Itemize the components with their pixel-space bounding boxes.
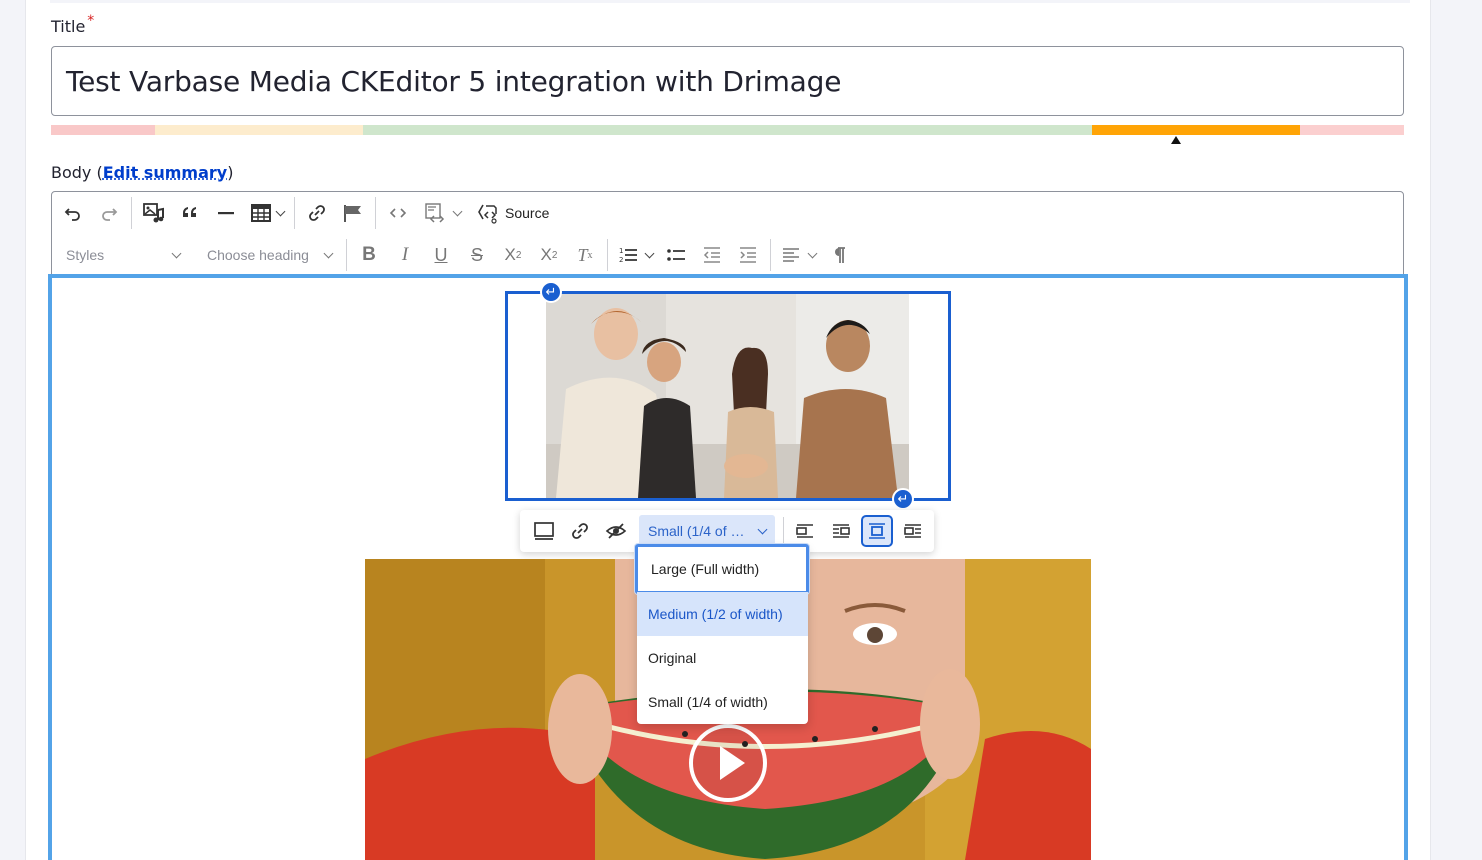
- code-icon[interactable]: [380, 195, 416, 231]
- top-divider: [50, 0, 1410, 3]
- underline-icon[interactable]: U: [423, 237, 459, 273]
- size-option-medium[interactable]: Medium (1/2 of width): [637, 592, 808, 636]
- toolbar-separator: [131, 197, 132, 229]
- size-option-small[interactable]: Small (1/4 of width): [637, 680, 808, 724]
- bulleted-list-icon[interactable]: [658, 237, 694, 273]
- media-size-selected: Small (1/4 of …: [648, 523, 745, 539]
- superscript-icon[interactable]: X2: [531, 237, 567, 273]
- link-icon[interactable]: [299, 195, 335, 231]
- bold-icon[interactable]: B: [351, 237, 387, 273]
- toolbar-row-1: Source: [52, 193, 549, 233]
- toolbar-row-2: Styles Choose heading B I U S X2 X2 Tx 1…: [52, 235, 857, 275]
- body-label-text: Body (: [51, 163, 103, 182]
- toolbar-separator: [783, 517, 784, 545]
- toolbar-separator: [770, 239, 771, 271]
- redo-icon[interactable]: [91, 195, 127, 231]
- media-display-icon[interactable]: [526, 513, 562, 549]
- chevron-down-icon: [171, 248, 182, 258]
- wrap-text-icon[interactable]: [823, 513, 859, 549]
- toolbar-separator: [294, 197, 295, 229]
- heading-dropdown[interactable]: Choose heading: [192, 247, 342, 263]
- size-option-label: Large (Full width): [651, 561, 760, 577]
- edit-summary-link[interactable]: Edit summary: [103, 163, 227, 182]
- insert-media-icon[interactable]: [136, 195, 172, 231]
- toolbar-separator: [607, 239, 608, 271]
- styles-dropdown[interactable]: Styles: [52, 247, 192, 263]
- media-link-icon[interactable]: [562, 513, 598, 549]
- undo-icon[interactable]: [55, 195, 91, 231]
- readability-segment-5: [1300, 125, 1404, 135]
- align-icon[interactable]: [775, 237, 821, 273]
- svg-text:2: 2: [619, 256, 623, 264]
- chevron-down-icon: [275, 206, 285, 216]
- source-icon: [478, 204, 497, 224]
- title-label-text: Title: [51, 17, 86, 36]
- hide-caption-icon[interactable]: [598, 513, 634, 549]
- styles-placeholder: Styles: [66, 247, 105, 263]
- handle-symbol: ↵: [545, 284, 557, 300]
- outdent-icon[interactable]: [694, 237, 730, 273]
- readability-segment-1: [51, 125, 155, 135]
- anchor-flag-icon[interactable]: [335, 195, 371, 231]
- media-size-dropdown[interactable]: Small (1/4 of …: [639, 515, 775, 547]
- readability-segment-2: [155, 125, 363, 135]
- remove-format-icon[interactable]: Tx: [567, 237, 603, 273]
- insert-paragraph-after-icon[interactable]: ↵: [892, 488, 914, 510]
- chevron-down-icon: [807, 248, 817, 258]
- readability-marker-icon: [1171, 136, 1181, 144]
- readability-bar: [51, 125, 1404, 135]
- play-icon[interactable]: [689, 724, 767, 802]
- blockquote-icon[interactable]: [172, 195, 208, 231]
- readability-segment-3: [363, 125, 1092, 135]
- subscript-icon[interactable]: X2: [495, 237, 531, 273]
- numbered-list-icon[interactable]: 12: [612, 237, 658, 273]
- break-text-icon[interactable]: [895, 513, 931, 549]
- readability-segment-4: [1092, 125, 1300, 135]
- size-option-original[interactable]: Original: [637, 636, 808, 680]
- source-button[interactable]: Source: [477, 195, 549, 231]
- horizontal-line-icon[interactable]: [208, 195, 244, 231]
- media-size-menu: Large (Full width) Medium (1/2 of width)…: [635, 544, 809, 724]
- required-mark: *: [87, 13, 95, 29]
- toolbar-separator: [375, 197, 376, 229]
- size-option-large[interactable]: Large (Full width): [635, 544, 809, 594]
- chevron-down-icon: [644, 248, 654, 258]
- media-image: [546, 294, 909, 498]
- chevron-down-icon: [452, 206, 462, 216]
- body-label: Body (Edit summary): [51, 163, 233, 182]
- size-option-label: Medium (1/2 of width): [648, 606, 783, 622]
- source-label: Source: [505, 205, 550, 221]
- title-input[interactable]: Test Varbase Media CKEditor 5 integratio…: [51, 46, 1404, 116]
- insert-paragraph-before-icon[interactable]: ↵: [540, 281, 562, 303]
- toolbar-separator: [346, 239, 347, 271]
- paragraph-icon[interactable]: [821, 237, 857, 273]
- size-option-label: Original: [648, 650, 697, 666]
- size-option-label: Small (1/4 of width): [648, 694, 768, 710]
- indent-icon[interactable]: [730, 237, 766, 273]
- table-icon[interactable]: [244, 195, 290, 231]
- chevron-down-icon: [757, 524, 768, 534]
- italic-icon[interactable]: I: [387, 237, 423, 273]
- strikethrough-icon[interactable]: S: [459, 237, 495, 273]
- body-label-close: ): [227, 163, 234, 182]
- align-center-icon[interactable]: [861, 515, 893, 547]
- title-label: Title *: [51, 13, 94, 36]
- code-block-icon[interactable]: [416, 195, 468, 231]
- handle-symbol: ↵: [897, 491, 909, 507]
- svg-text:1: 1: [619, 247, 623, 255]
- chevron-down-icon: [323, 248, 334, 258]
- title-input-value: Test Varbase Media CKEditor 5 integratio…: [66, 64, 842, 98]
- heading-placeholder: Choose heading: [207, 247, 309, 263]
